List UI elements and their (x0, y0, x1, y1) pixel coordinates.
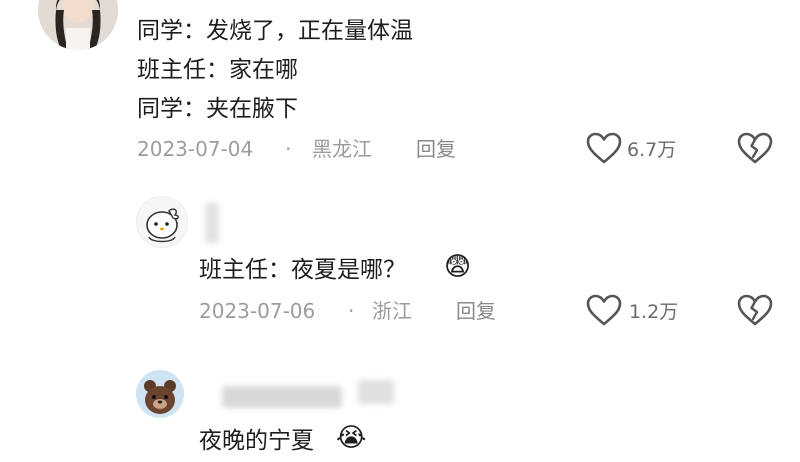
comment-text-line: 同学：夹在腋下 (137, 96, 298, 122)
comment-date: 2023-07-06 (199, 299, 316, 323)
username-blurred (205, 203, 219, 243)
comment-date: 2023-07-04 (137, 137, 254, 161)
avatar[interactable] (38, 0, 118, 50)
username-blurred (222, 386, 342, 408)
crying-face-emoji: 😭 (336, 423, 367, 453)
like-count: 6.7万 (627, 139, 677, 161)
comment-location: 浙江 (372, 299, 412, 323)
comment-text: 班主任：夜夏是哪？ (199, 257, 406, 283)
meta-separator: · (285, 137, 292, 161)
comment-location: 黑龙江 (312, 137, 372, 161)
username-blurred (358, 380, 394, 404)
comment-text: 夜晚的宁夏 (199, 428, 314, 454)
fearful-face-emoji: 😨 (444, 252, 472, 282)
broken-heart-icon[interactable] (737, 131, 773, 169)
reply-button[interactable]: 回复 (416, 136, 456, 162)
broken-heart-icon[interactable] (737, 293, 773, 331)
heart-outline-icon[interactable] (585, 131, 623, 169)
comment-text-line: 班主任：家在哪 (137, 57, 298, 83)
comment-text-line: 同学：发烧了，正在量体温 (137, 18, 413, 44)
like-count: 1.2万 (629, 301, 679, 323)
heart-outline-icon[interactable] (585, 293, 623, 331)
avatar[interactable] (136, 196, 188, 248)
avatar[interactable] (136, 370, 184, 418)
meta-separator: · (348, 299, 355, 323)
reply-button[interactable]: 回复 (456, 298, 496, 324)
